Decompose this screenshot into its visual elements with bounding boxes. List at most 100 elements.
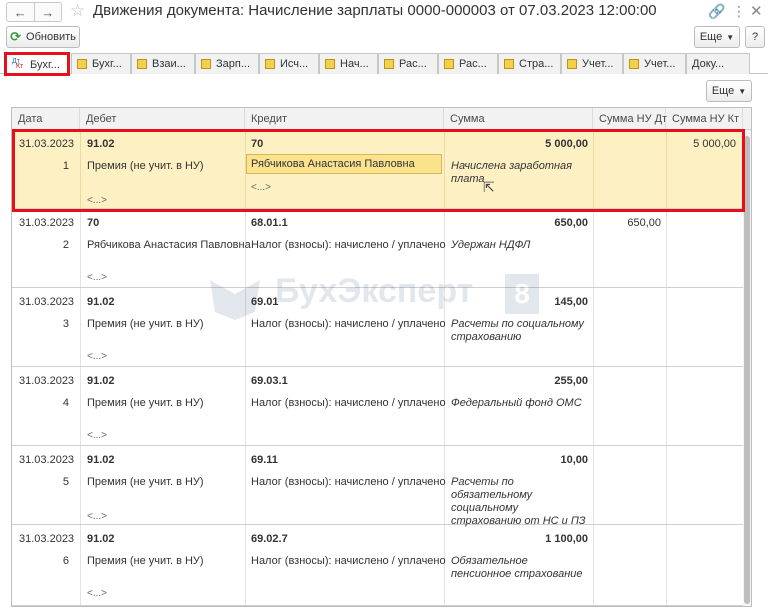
- more-menu-icon[interactable]: ⋮: [732, 3, 746, 20]
- register-icon: [201, 59, 211, 69]
- debit-subconto-more[interactable]: <...>: [87, 351, 107, 362]
- back-button[interactable]: ←: [7, 3, 34, 21]
- tab-8-label: Рас...: [459, 58, 487, 70]
- close-icon[interactable]: ✕: [750, 2, 763, 20]
- register-icon: [77, 59, 87, 69]
- col-debit[interactable]: Дебет: [80, 108, 245, 130]
- tab-9-label: Стра...: [519, 58, 554, 70]
- row-date: 31.03.2023: [19, 375, 75, 387]
- tab-11[interactable]: Учет...: [623, 53, 686, 74]
- credit-subconto-1: Налог (взносы): начислено / уплачено: [251, 555, 446, 567]
- arrow-left-icon: ←: [13, 4, 27, 20]
- register-icon: [629, 59, 639, 69]
- forward-button[interactable]: →: [33, 3, 62, 21]
- dt-kt-icon: Дт Кт: [12, 58, 24, 70]
- tab-12[interactable]: Доку...: [686, 53, 750, 74]
- operation-content: Начислена заработная плата: [451, 160, 573, 185]
- table-row[interactable]: 31.03.2023 4 91.02 Премия (не учит. в НУ…: [12, 367, 743, 446]
- table-row[interactable]: 31.03.2023 5 91.02 Премия (не учит. в НУ…: [12, 446, 743, 527]
- tab-3[interactable]: Взаи...: [131, 53, 195, 74]
- row-number: 2: [62, 239, 69, 251]
- credit-subconto-more[interactable]: <...>: [251, 182, 271, 193]
- col-credit[interactable]: Кредит: [245, 108, 444, 130]
- row-number: 3: [62, 318, 69, 330]
- refresh-icon: ⟳: [10, 29, 22, 44]
- register-icon: [325, 59, 335, 69]
- row-date: 31.03.2023: [19, 217, 75, 229]
- debit-account: 91.02: [87, 454, 115, 466]
- tab-10[interactable]: Учет...: [561, 53, 623, 74]
- tab-8[interactable]: Рас...: [438, 53, 498, 74]
- debit-subconto-more[interactable]: <...>: [87, 272, 107, 283]
- debit-subconto-1: Премия (не учит. в НУ): [87, 318, 204, 330]
- tab-7[interactable]: Рас...: [378, 53, 438, 74]
- credit-subconto-1: Налог (взносы): начислено / уплачено: [251, 239, 446, 251]
- window-title: Движения документа: Начисление зарплаты …: [93, 2, 657, 19]
- arrow-right-icon: →: [41, 4, 55, 20]
- credit-account: 69.01: [251, 296, 279, 308]
- nav-buttons: ← →: [6, 2, 62, 22]
- table-header: Дата Дебет Кредит Сумма Сумма НУ Дт Сумм…: [12, 108, 751, 130]
- tab-12-label: Доку...: [692, 58, 725, 70]
- debit-account: 91.02: [87, 533, 115, 545]
- debit-subconto-more[interactable]: <...>: [87, 588, 107, 599]
- tab-5[interactable]: Исч...: [259, 53, 319, 74]
- tab-4-label: Зарп...: [216, 58, 251, 70]
- table-row[interactable]: 31.03.2023 3 91.02 Премия (не учит. в НУ…: [12, 288, 743, 367]
- col-amount[interactable]: Сумма: [444, 108, 593, 130]
- credit-account: 69.02.7: [251, 533, 288, 545]
- table-row[interactable]: 31.03.2023 6 91.02 Премия (не учит. в НУ…: [12, 525, 743, 606]
- tab-2-label: Бухг...: [92, 58, 122, 70]
- debit-subconto-1: Премия (не учит. в НУ): [87, 397, 204, 409]
- tab-10-label: Учет...: [582, 58, 614, 70]
- debit-subconto-more[interactable]: <...>: [87, 430, 107, 441]
- more-label: Еще: [699, 31, 723, 43]
- amount: 650,00: [554, 217, 588, 229]
- row-number: 4: [62, 397, 69, 409]
- credit-subconto-1: Налог (взносы): начислено / уплачено: [251, 397, 446, 409]
- amount-nu-kt: 5 000,00: [693, 138, 736, 150]
- tab-9[interactable]: Стра...: [498, 53, 561, 74]
- register-icon: [444, 59, 454, 69]
- col-date[interactable]: Дата: [12, 108, 80, 130]
- row-date: 31.03.2023: [19, 454, 75, 466]
- debit-account: 91.02: [87, 138, 115, 150]
- tab-11-label: Учет...: [644, 58, 676, 70]
- credit-account: 70: [251, 138, 264, 150]
- credit-account: 68.01.1: [251, 217, 288, 229]
- tab-2[interactable]: Бухг...: [71, 53, 131, 74]
- mouse-cursor-icon: ⇱: [483, 179, 495, 195]
- debit-account: 91.02: [87, 375, 115, 387]
- col-nu-kt[interactable]: Сумма НУ Кт: [666, 108, 743, 130]
- amount: 1 100,00: [545, 533, 588, 545]
- amount: 10,00: [560, 454, 588, 466]
- tab-4[interactable]: Зарп...: [195, 53, 259, 74]
- tab-1-label: Бухг...: [30, 58, 60, 71]
- col-nu-dt[interactable]: Сумма НУ Дт: [593, 108, 667, 130]
- debit-subconto-more[interactable]: <...>: [87, 511, 107, 522]
- tab-1[interactable]: Дт Кт Бухг...: [6, 53, 68, 75]
- vertical-scrollbar[interactable]: [743, 130, 751, 606]
- table-more-button[interactable]: Еще ▼: [706, 80, 752, 102]
- operation-content: Удержан НДФЛ: [451, 239, 531, 251]
- operation-content: Расчеты по социальному страхованию: [451, 318, 584, 343]
- favorite-star-icon[interactable]: ☆: [70, 1, 85, 21]
- tab-6[interactable]: Нач...: [319, 53, 378, 74]
- register-icon: [265, 59, 275, 69]
- help-label: ?: [751, 31, 759, 43]
- row-date: 31.03.2023: [19, 533, 75, 545]
- debit-account: 70: [87, 217, 100, 229]
- refresh-button[interactable]: ⟳ Обновить: [6, 26, 80, 48]
- scrollbar-thumb[interactable]: [744, 136, 750, 604]
- help-button[interactable]: ?: [745, 26, 765, 48]
- table-row[interactable]: 31.03.2023 1 91.02 Премия (не учит. в НУ…: [12, 130, 743, 209]
- debit-subconto-more[interactable]: <...>: [87, 195, 107, 206]
- link-icon[interactable]: 🔗: [708, 3, 725, 20]
- amount: 5 000,00: [545, 138, 588, 150]
- more-button[interactable]: Еще ▼: [694, 26, 740, 48]
- postings-table: Дата Дебет Кредит Сумма Сумма НУ Дт Сумм…: [11, 107, 752, 607]
- row-number: 5: [62, 476, 69, 488]
- register-icon: [137, 59, 147, 69]
- table-row[interactable]: 31.03.2023 2 70 Рябчикова Анастасия Павл…: [12, 209, 743, 288]
- credit-account: 69.11: [251, 454, 278, 466]
